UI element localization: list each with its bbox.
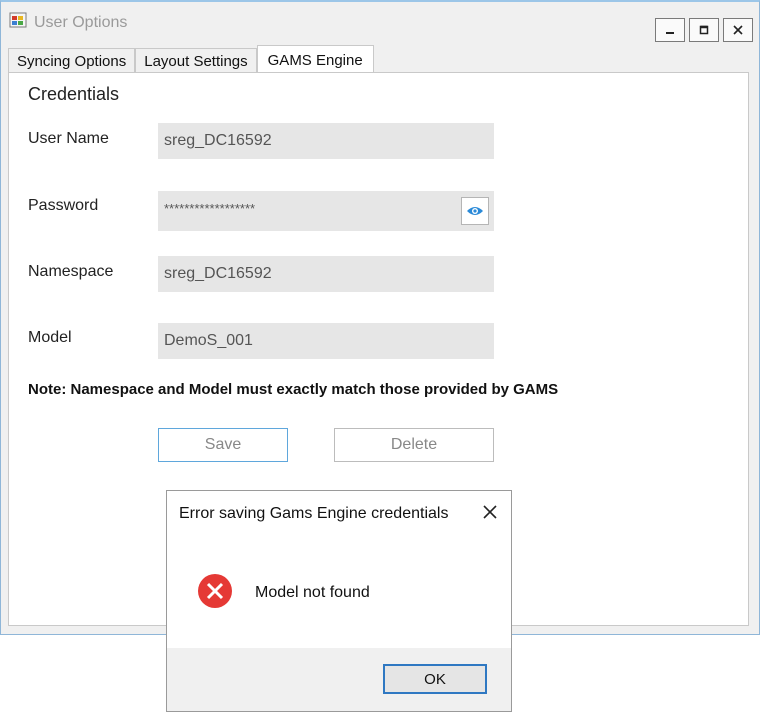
window-title: User Options	[34, 14, 128, 31]
credentials-note: Note: Namespace and Model must exactly m…	[28, 381, 559, 398]
close-button[interactable]	[723, 18, 753, 42]
minimize-icon	[666, 32, 674, 34]
tab-layout-settings[interactable]: Layout Settings	[135, 48, 257, 74]
app-window-icon	[9, 12, 27, 28]
window-controls	[651, 18, 753, 42]
error-dialog: Error saving Gams Engine credentials Mod…	[166, 490, 512, 712]
model-label: Model	[28, 329, 72, 346]
maximize-icon	[699, 25, 709, 35]
credentials-group-title: Credentials	[28, 84, 120, 104]
dialog-message: Model not found	[255, 584, 370, 601]
close-icon	[733, 25, 743, 35]
username-field[interactable]: sreg_DC16592	[158, 123, 494, 159]
minimize-button[interactable]	[655, 18, 685, 42]
show-password-button[interactable]	[461, 197, 489, 225]
namespace-field[interactable]: sreg_DC16592	[158, 256, 494, 292]
maximize-button[interactable]	[689, 18, 719, 42]
error-icon	[198, 574, 232, 608]
model-field[interactable]: DemoS_001	[158, 323, 494, 359]
password-field[interactable]: ******************	[158, 191, 494, 231]
dialog-title: Error saving Gams Engine credentials	[179, 505, 449, 522]
title-bar[interactable]: User Options	[1, 2, 759, 42]
password-label: Password	[28, 197, 99, 214]
dialog-close-icon[interactable]	[479, 501, 501, 523]
namespace-label: Namespace	[28, 263, 114, 280]
delete-button[interactable]: Delete	[334, 428, 494, 462]
dialog-footer: OK	[167, 648, 511, 711]
eye-icon	[467, 207, 483, 215]
tab-syncing-options[interactable]: Syncing Options	[8, 48, 136, 74]
tab-gams-engine[interactable]: GAMS Engine	[256, 45, 374, 74]
ok-button[interactable]: OK	[383, 664, 487, 694]
tab-strip: Syncing Options Layout Settings GAMS Eng…	[8, 45, 374, 74]
save-button[interactable]: Save	[158, 428, 288, 462]
username-label: User Name	[28, 130, 109, 147]
